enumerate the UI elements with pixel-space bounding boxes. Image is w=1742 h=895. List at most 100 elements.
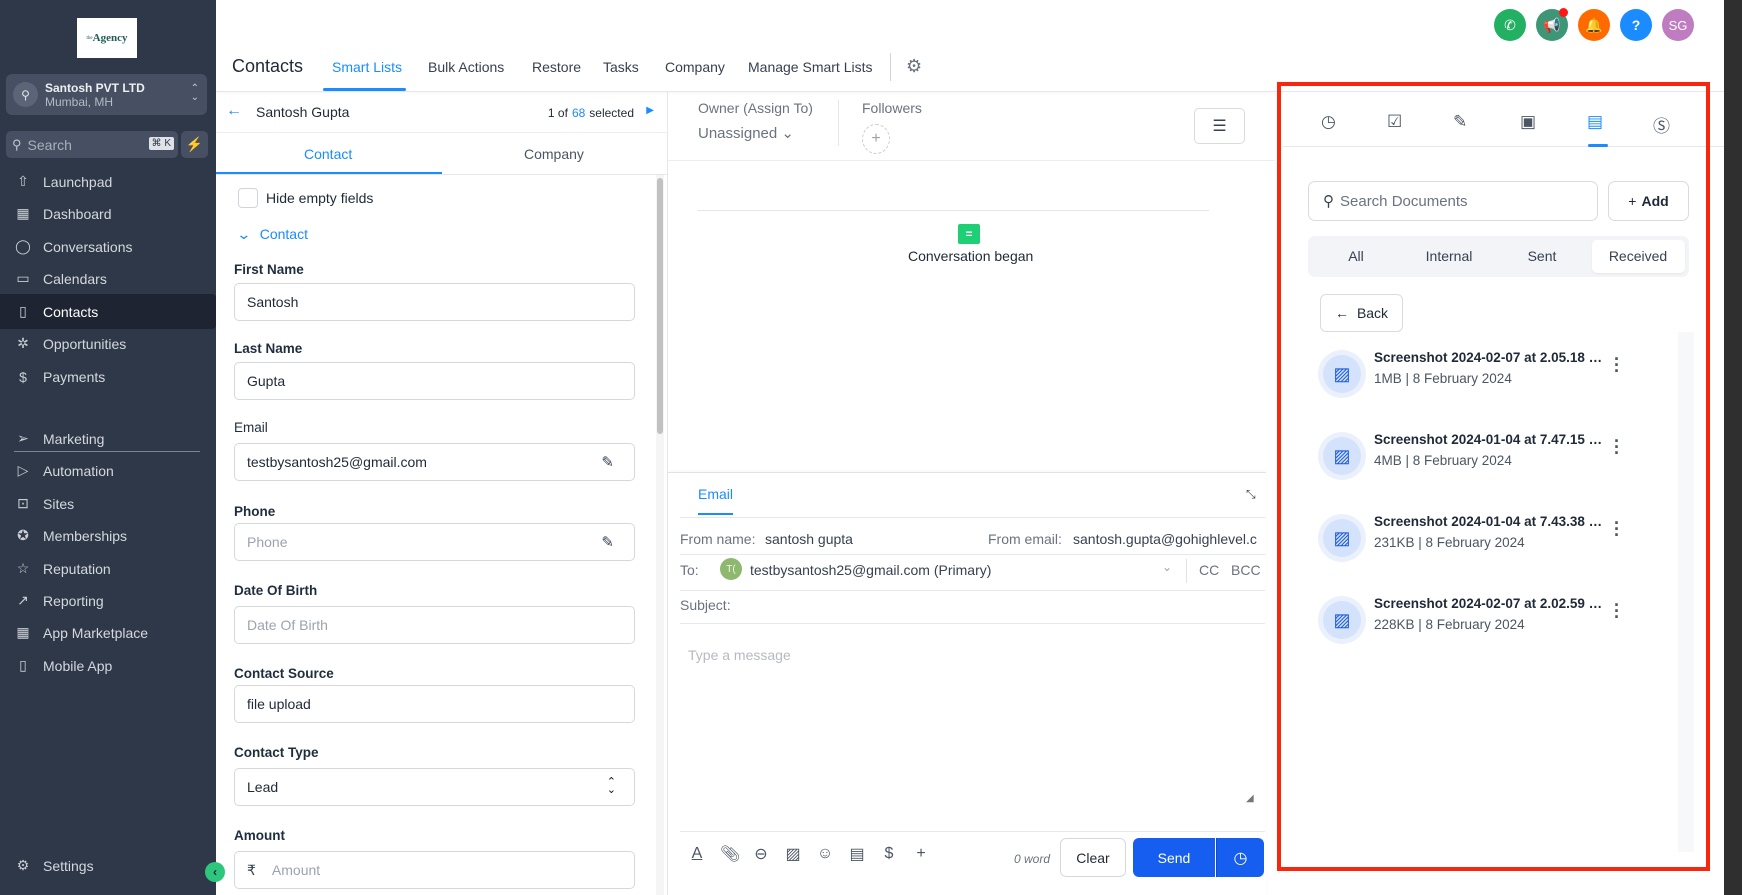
arrow-left-icon[interactable]: ← [226,102,242,120]
phone-field[interactable]: Phone ✎ [234,523,635,561]
date-of-birth-field[interactable]: Date Of Birth [234,606,635,644]
first-name-field[interactable]: Santosh [234,283,635,321]
link-icon[interactable]: ⊖ [752,844,770,864]
sidebar-item-automation[interactable]: ▷ Automation [0,453,216,488]
sidebar-item-calendars[interactable]: ▭ Calendars [0,261,216,296]
filter-internal[interactable]: Internal [1409,248,1489,264]
help-question-icon[interactable]: ? [1620,9,1652,41]
next-record-triangle-icon[interactable]: ▶ [646,105,654,116]
document-name[interactable]: Screenshot 2024-02-07 at 2.05.18 PM [1374,350,1604,365]
paperclip-icon[interactable]: 📎︎ [720,844,740,864]
hide-empty-fields-checkbox[interactable] [238,188,258,208]
sidebar-item-reporting[interactable]: ↗ Reporting [0,583,216,618]
sidebar-item-mobile-app[interactable]: ▯ Mobile App [0,648,216,683]
document-icon[interactable]: ▤ [848,844,866,864]
sidebar-item-app-marketplace[interactable]: ▦ App Marketplace [0,615,216,650]
payments-dollar-icon[interactable]: Ⓢ [1653,112,1670,137]
resize-handle-icon[interactable]: ◢ [1246,793,1254,804]
tab-manage-smart-lists[interactable]: Manage Smart Lists [748,59,873,75]
kebab-menu-icon[interactable]: · · · [1614,350,1620,380]
message-textarea[interactable]: Type a message [688,647,791,663]
filter-lines-icon[interactable]: ☰ [1194,108,1245,144]
tab-restore[interactable]: Restore [532,59,581,75]
pencil-icon[interactable]: ✎ [601,533,614,551]
announcement-megaphone-icon[interactable]: 📢 [1536,8,1568,41]
add-document-button[interactable]: + Add [1608,181,1689,221]
sidebar-item-opportunities[interactable]: ✲ Opportunities [0,326,216,361]
filter-sent[interactable]: Sent [1502,248,1582,264]
to-recipient[interactable]: testbysantosh25@gmail.com (Primary) [750,562,991,578]
document-name[interactable]: Screenshot 2024-01-04 at 7.43.38 PM [1374,514,1604,529]
sidebar-item-contacts[interactable]: ▯ Contacts [0,294,216,329]
activity-history-icon[interactable]: ◷ [1321,112,1336,132]
tab-company[interactable]: Company [665,59,725,75]
filter-received[interactable]: Received [1598,248,1678,264]
gear-icon[interactable]: ⚙ [906,56,922,77]
bcc-button[interactable]: BCC [1231,562,1261,578]
collapse-sidebar-chevron-left-icon[interactable]: ‹ [205,862,225,882]
sidebar-item-sites[interactable]: ⊡ Sites [0,486,216,521]
tab-company[interactable]: Company [524,146,584,162]
document-item[interactable]: ▨ Screenshot 2024-02-07 at 2.02.59 PM 228K… [1308,586,1678,646]
tab-bulk-actions[interactable]: Bulk Actions [428,59,504,75]
back-button[interactable]: ← Back [1320,294,1403,332]
amount-field[interactable]: ₹ Amount [234,851,635,889]
notes-pencil-icon[interactable]: ✎ [1453,112,1467,132]
tab-email[interactable]: Email [698,486,733,502]
search-documents-input[interactable]: ⚲ Search Documents [1308,181,1598,221]
kebab-menu-icon[interactable]: · · · [1614,596,1620,626]
contact-source-field[interactable]: file upload [234,685,635,723]
clear-button[interactable]: Clear [1060,838,1126,877]
document-list-scrollbar[interactable] [1678,332,1694,852]
plus-icon[interactable]: + [912,845,930,863]
tab-tasks[interactable]: Tasks [603,59,639,75]
minimize-arrows-icon[interactable]: ⤡ [1246,487,1256,502]
dollar-icon[interactable]: $ [880,845,898,863]
sidebar-item-dashboard[interactable]: ▦ Dashboard [0,196,216,231]
appointments-calendar-icon[interactable]: ▣ [1520,112,1536,132]
image-icon[interactable]: ▨ [784,844,802,864]
sidebar-search[interactable]: ⚲ Search ⌘ K [6,131,178,158]
user-avatar[interactable]: SG [1662,9,1694,41]
scrollbar-thumb[interactable] [657,178,663,434]
phone-icon[interactable]: ✆ [1494,9,1526,41]
last-name-field[interactable]: Gupta [234,362,635,400]
from-email-value[interactable]: santosh.gupta@gohighlevel.c [1073,531,1261,547]
owner-select[interactable]: Unassigned ⌄ [698,124,794,142]
add-follower-plus-icon[interactable]: + [862,124,890,154]
sidebar-item-reputation[interactable]: ☆ Reputation [0,551,216,586]
chevron-down-icon[interactable]: ⌄ [1162,560,1172,574]
tasks-checkbox-icon[interactable]: ☑ [1387,112,1402,132]
sidebar-item-payments[interactable]: $ Payments [0,359,216,394]
document-item[interactable]: ▨ Screenshot 2024-02-07 at 2.05.18 PM 1MB … [1308,340,1678,400]
sidebar-item-conversations[interactable]: ◯ Conversations [0,229,216,264]
schedule-clock-icon[interactable]: ◷ [1216,838,1264,877]
quick-actions-bolt-icon[interactable]: ⚡ [181,131,208,158]
document-item[interactable]: ▨ Screenshot 2024-01-04 at 7.43.38 PM 231K… [1308,504,1678,564]
documents-file-icon[interactable]: ▤ [1587,112,1603,132]
emoji-icon[interactable]: ☺ [816,845,834,863]
document-item[interactable]: ▨ Screenshot 2024-01-04 at 7.47.15 PM 4MB … [1308,422,1678,482]
from-name-value[interactable]: santosh gupta [765,531,853,547]
kebab-menu-icon[interactable]: · · · [1614,432,1620,462]
bell-icon[interactable]: 🔔 [1578,9,1610,41]
contact-section-toggle[interactable]: ⌄ Contact [236,226,308,243]
cc-button[interactable]: CC [1199,562,1219,578]
tab-smart-lists[interactable]: Smart Lists [332,59,402,75]
contact-panel-scrollbar[interactable] [656,175,664,895]
kebab-menu-icon[interactable]: · · · [1614,514,1620,544]
sidebar-item-settings[interactable]: ⚙ Settings [0,848,216,883]
contact-type-select[interactable]: Lead ⌃ ⌄ [234,768,635,806]
pencil-icon[interactable]: ✎ [601,453,614,471]
document-name[interactable]: Screenshot 2024-02-07 at 2.02.59 PM [1374,596,1604,611]
sidebar-item-memberships[interactable]: ✪ Memberships [0,518,216,553]
agency-logo[interactable]: the Agency [77,18,137,58]
tab-contact[interactable]: Contact [304,146,352,162]
document-name[interactable]: Screenshot 2024-01-04 at 7.47.15 PM [1374,432,1604,447]
filter-all[interactable]: All [1316,248,1396,264]
email-field[interactable]: testbysantosh25@gmail.com ✎ [234,443,635,481]
send-button[interactable]: Send [1133,838,1215,877]
account-switcher[interactable]: ⚲ Santosh PVT LTD Mumbai, MH ⌃ ⌄ [6,74,207,115]
text-format-icon[interactable]: A [688,845,706,863]
sidebar-item-launchpad[interactable]: ⇧ Launchpad [0,164,216,199]
